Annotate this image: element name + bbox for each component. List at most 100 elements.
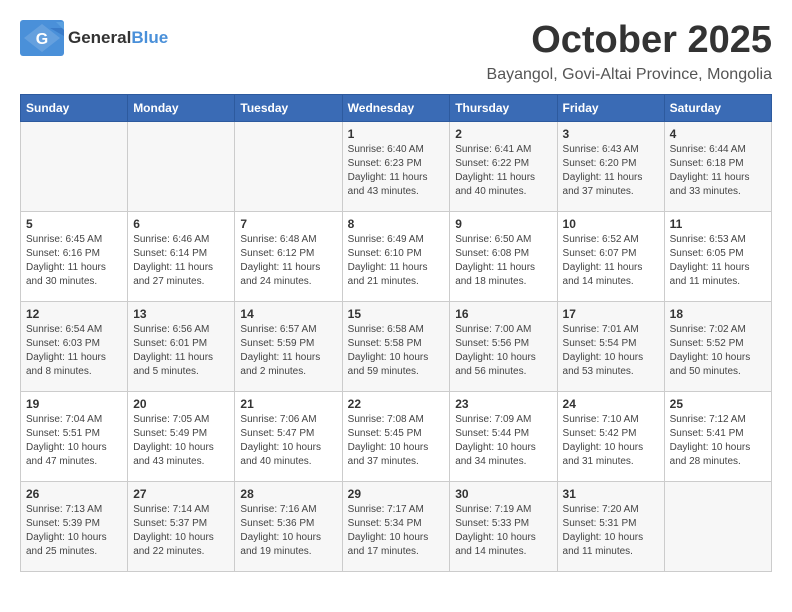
day-of-week-header: Tuesday — [235, 94, 342, 121]
day-info: Sunrise: 6:46 AM Sunset: 6:14 PM Dayligh… — [133, 233, 229, 289]
day-number: 19 — [26, 397, 122, 411]
day-of-week-header: Wednesday — [342, 94, 450, 121]
day-of-week-header: Sunday — [21, 94, 128, 121]
calendar-cell: 15 Sunrise: 6:58 AM Sunset: 5:58 PM Dayli… — [342, 301, 450, 391]
day-info: Sunrise: 6:41 AM Sunset: 6:22 PM Dayligh… — [455, 143, 551, 199]
day-number: 31 — [563, 487, 659, 501]
calendar-table: SundayMondayTuesdayWednesdayThursdayFrid… — [20, 94, 772, 572]
calendar-cell: 10 Sunrise: 6:52 AM Sunset: 6:07 PM Dayli… — [557, 211, 664, 301]
calendar-cell: 18 Sunrise: 7:02 AM Sunset: 5:52 PM Dayli… — [664, 301, 771, 391]
svg-text:G: G — [36, 31, 48, 48]
calendar-cell: 25Sunrise: 7:12 AM Sunset: 5:41 PM Dayli… — [664, 391, 771, 481]
day-info: Sunrise: 7:01 AM Sunset: 5:54 PM Dayligh… — [563, 323, 659, 379]
calendar-cell: 23 Sunrise: 7:09 AM Sunset: 5:44 PM Dayli… — [450, 391, 557, 481]
day-number: 28 — [240, 487, 336, 501]
calendar-cell: 22Sunrise: 7:08 AM Sunset: 5:45 PM Dayli… — [342, 391, 450, 481]
calendar-cell: 7 Sunrise: 6:48 AM Sunset: 6:12 PM Daylig… — [235, 211, 342, 301]
calendar-week-row: 19 Sunrise: 7:04 AM Sunset: 5:51 PM Dayli… — [21, 391, 772, 481]
day-number: 8 — [348, 217, 445, 231]
calendar-cell: 28 Sunrise: 7:16 AM Sunset: 5:36 PM Dayli… — [235, 481, 342, 571]
day-number: 21 — [240, 397, 336, 411]
logo-general-text: General — [68, 28, 131, 48]
day-of-week-header: Friday — [557, 94, 664, 121]
day-info: Sunrise: 7:16 AM Sunset: 5:36 PM Dayligh… — [240, 503, 336, 559]
logo-blue-text: Blue — [131, 28, 168, 48]
day-info: Sunrise: 6:58 AM Sunset: 5:58 PM Dayligh… — [348, 323, 445, 379]
day-number: 7 — [240, 217, 336, 231]
day-number: 15 — [348, 307, 445, 321]
day-number: 27 — [133, 487, 229, 501]
day-info: Sunrise: 6:54 AM Sunset: 6:03 PM Dayligh… — [26, 323, 122, 379]
calendar-cell — [235, 121, 342, 211]
calendar-cell: 29Sunrise: 7:17 AM Sunset: 5:34 PM Dayli… — [342, 481, 450, 571]
calendar-week-row: 12 Sunrise: 6:54 AM Sunset: 6:03 PM Dayli… — [21, 301, 772, 391]
day-of-week-header: Saturday — [664, 94, 771, 121]
logo-icon: G — [20, 20, 64, 56]
calendar-cell: 5Sunrise: 6:45 AM Sunset: 6:16 PM Daylig… — [21, 211, 128, 301]
calendar-cell: 24 Sunrise: 7:10 AM Sunset: 5:42 PM Dayli… — [557, 391, 664, 481]
day-number: 14 — [240, 307, 336, 321]
calendar-cell: 2 Sunrise: 6:41 AM Sunset: 6:22 PM Daylig… — [450, 121, 557, 211]
month-title: October 2025 — [487, 20, 772, 62]
day-number: 1 — [348, 127, 445, 141]
day-number: 10 — [563, 217, 659, 231]
day-info: Sunrise: 7:20 AM Sunset: 5:31 PM Dayligh… — [563, 503, 659, 559]
day-number: 6 — [133, 217, 229, 231]
calendar-cell: 31 Sunrise: 7:20 AM Sunset: 5:31 PM Dayli… — [557, 481, 664, 571]
day-number: 22 — [348, 397, 445, 411]
logo: G General Blue — [20, 20, 168, 56]
calendar-cell: 16 Sunrise: 7:00 AM Sunset: 5:56 PM Dayli… — [450, 301, 557, 391]
day-number: 26 — [26, 487, 122, 501]
day-number: 5 — [26, 217, 122, 231]
day-number: 12 — [26, 307, 122, 321]
day-info: Sunrise: 7:13 AM Sunset: 5:39 PM Dayligh… — [26, 503, 122, 559]
day-of-week-header: Thursday — [450, 94, 557, 121]
day-info: Sunrise: 6:56 AM Sunset: 6:01 PM Dayligh… — [133, 323, 229, 379]
day-info: Sunrise: 6:48 AM Sunset: 6:12 PM Dayligh… — [240, 233, 336, 289]
calendar-cell: 11 Sunrise: 6:53 AM Sunset: 6:05 PM Dayli… — [664, 211, 771, 301]
calendar-cell: 3Sunrise: 6:43 AM Sunset: 6:20 PM Daylig… — [557, 121, 664, 211]
calendar-cell — [128, 121, 235, 211]
day-info: Sunrise: 7:04 AM Sunset: 5:51 PM Dayligh… — [26, 413, 122, 469]
day-info: Sunrise: 7:17 AM Sunset: 5:34 PM Dayligh… — [348, 503, 445, 559]
day-info: Sunrise: 7:10 AM Sunset: 5:42 PM Dayligh… — [563, 413, 659, 469]
day-info: Sunrise: 7:09 AM Sunset: 5:44 PM Dayligh… — [455, 413, 551, 469]
calendar-cell: 20 Sunrise: 7:05 AM Sunset: 5:49 PM Dayli… — [128, 391, 235, 481]
calendar-cell: 17Sunrise: 7:01 AM Sunset: 5:54 PM Dayli… — [557, 301, 664, 391]
day-info: Sunrise: 7:19 AM Sunset: 5:33 PM Dayligh… — [455, 503, 551, 559]
calendar-cell: 6 Sunrise: 6:46 AM Sunset: 6:14 PM Daylig… — [128, 211, 235, 301]
calendar-cell: 27 Sunrise: 7:14 AM Sunset: 5:37 PM Dayli… — [128, 481, 235, 571]
day-number: 18 — [670, 307, 766, 321]
day-number: 20 — [133, 397, 229, 411]
day-info: Sunrise: 7:05 AM Sunset: 5:49 PM Dayligh… — [133, 413, 229, 469]
day-number: 2 — [455, 127, 551, 141]
day-info: Sunrise: 7:00 AM Sunset: 5:56 PM Dayligh… — [455, 323, 551, 379]
day-info: Sunrise: 6:43 AM Sunset: 6:20 PM Dayligh… — [563, 143, 659, 199]
page-header: G General Blue October 2025 Bayangol, Go… — [20, 20, 772, 84]
day-info: Sunrise: 7:02 AM Sunset: 5:52 PM Dayligh… — [670, 323, 766, 379]
day-number: 4 — [670, 127, 766, 141]
day-number: 24 — [563, 397, 659, 411]
calendar-week-row: 1Sunrise: 6:40 AM Sunset: 6:23 PM Daylig… — [21, 121, 772, 211]
day-info: Sunrise: 6:52 AM Sunset: 6:07 PM Dayligh… — [563, 233, 659, 289]
day-info: Sunrise: 6:49 AM Sunset: 6:10 PM Dayligh… — [348, 233, 445, 289]
day-number: 11 — [670, 217, 766, 231]
day-number: 9 — [455, 217, 551, 231]
day-info: Sunrise: 6:53 AM Sunset: 6:05 PM Dayligh… — [670, 233, 766, 289]
day-number: 13 — [133, 307, 229, 321]
calendar-cell: 8 Sunrise: 6:49 AM Sunset: 6:10 PM Daylig… — [342, 211, 450, 301]
calendar-cell — [664, 481, 771, 571]
day-info: Sunrise: 6:57 AM Sunset: 5:59 PM Dayligh… — [240, 323, 336, 379]
calendar-cell: 21Sunrise: 7:06 AM Sunset: 5:47 PM Dayli… — [235, 391, 342, 481]
calendar-cell: 12 Sunrise: 6:54 AM Sunset: 6:03 PM Dayli… — [21, 301, 128, 391]
calendar-cell: 1Sunrise: 6:40 AM Sunset: 6:23 PM Daylig… — [342, 121, 450, 211]
day-info: Sunrise: 7:14 AM Sunset: 5:37 PM Dayligh… — [133, 503, 229, 559]
calendar-header-row: SundayMondayTuesdayWednesdayThursdayFrid… — [21, 94, 772, 121]
calendar-cell: 19 Sunrise: 7:04 AM Sunset: 5:51 PM Dayli… — [21, 391, 128, 481]
location-title: Bayangol, Govi-Altai Province, Mongolia — [487, 66, 772, 84]
calendar-week-row: 26 Sunrise: 7:13 AM Sunset: 5:39 PM Dayli… — [21, 481, 772, 571]
day-number: 30 — [455, 487, 551, 501]
day-info: Sunrise: 6:50 AM Sunset: 6:08 PM Dayligh… — [455, 233, 551, 289]
day-number: 23 — [455, 397, 551, 411]
day-number: 16 — [455, 307, 551, 321]
